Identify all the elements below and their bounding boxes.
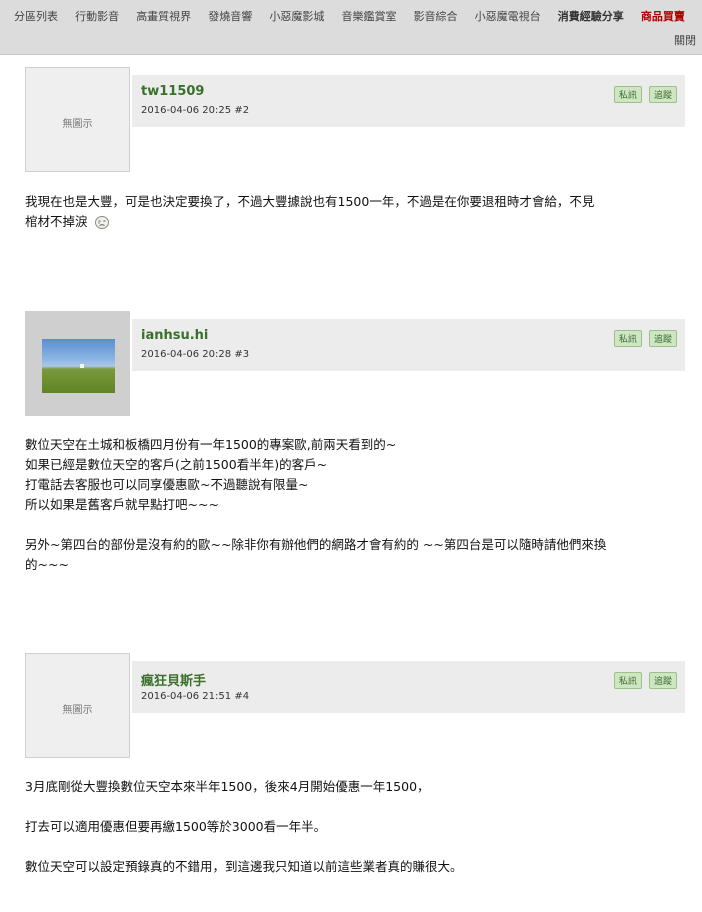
post-paragraph: 如果已經是數位天空的客戶(之前1500看半年)的客戶~ — [25, 457, 328, 472]
follow-button[interactable]: 追蹤 — [648, 330, 677, 347]
nav-item-mobile-av[interactable]: 行動影音 — [75, 8, 119, 24]
post-paragraph — [25, 797, 685, 817]
top-navigation-bar: 分區列表 行動影音 高畫質視界 發燒音響 小惡魔影城 音樂鑑賞室 影音綜合 小惡… — [0, 0, 702, 55]
follow-button[interactable]: 追蹤 — [648, 86, 677, 103]
post-actions: 私訊 追蹤 — [612, 669, 677, 689]
post-body: 數位天空在土城和板橋四月份有一年1500的專案歐,前兩天看到的~ 如果已經是數位… — [25, 435, 685, 575]
post-paragraph: 打電話去客服也可以同享優惠歐~不過聽說有限量~ — [25, 477, 309, 492]
avatar[interactable]: 無圖示 — [25, 67, 130, 172]
post-paragraph: 另外~第四台的部份是沒有約的歐~~除非你有辦他們的網路才會有約的 ~~第四台是可… — [25, 537, 607, 552]
post-paragraph — [25, 515, 685, 535]
private-message-button[interactable]: 私訊 — [613, 330, 642, 347]
follow-button[interactable]: 追蹤 — [648, 672, 677, 689]
post-paragraph: 3月底剛從大豐換數位天空本來半年1500，後來4月開始優惠一年1500， — [25, 779, 430, 794]
post-actions: 私訊 追蹤 — [612, 83, 677, 103]
nav-item-av-general[interactable]: 影音綜合 — [414, 8, 458, 24]
nav-item-forum-list[interactable]: 分區列表 — [14, 8, 58, 24]
post-body: 3月底剛從大豐換數位天空本來半年1500，後來4月開始優惠一年1500， 打去可… — [25, 777, 685, 877]
avatar-hut-detail — [80, 364, 84, 368]
post-header: 瘋狂貝斯手 2016-04-06 21:51 #4 私訊 追蹤 — [132, 661, 685, 713]
post-floor: #3 — [234, 349, 250, 360]
close-link[interactable]: 關閉 — [674, 32, 696, 48]
post-paragraph: 所以如果是舊客戶就早點打吧~~~ — [25, 497, 219, 512]
post-meta: 2016-04-06 20:28 #3 — [141, 349, 249, 360]
crying-face-icon — [94, 216, 109, 229]
private-message-button[interactable]: 私訊 — [613, 672, 642, 689]
nav-items: 分區列表 行動影音 高畫質視界 發燒音響 小惡魔影城 音樂鑑賞室 影音綜合 小惡… — [14, 5, 697, 24]
post-datetime: 2016-04-06 20:28 — [141, 349, 232, 360]
no-avatar-text: 無圖示 — [62, 119, 93, 130]
nav-item-hifi-audio[interactable]: 發燒音響 — [208, 8, 252, 24]
post-header: ianhsu.hi 2016-04-06 20:28 #3 私訊 追蹤 — [132, 319, 685, 371]
post-actions: 私訊 追蹤 — [612, 327, 677, 347]
post-paragraph: 我現在也是大豐，可是也決定要換了，不過大豐據說也有1500一年，不過是在你要退租… — [25, 194, 595, 209]
post-datetime: 2016-04-06 20:25 — [141, 105, 232, 116]
nav-item-home-theater[interactable]: 小惡魔影城 — [269, 8, 324, 24]
no-avatar-text: 無圖示 — [62, 705, 93, 716]
nav-item-tv-channel[interactable]: 小惡魔電視台 — [475, 8, 541, 24]
author-name[interactable]: tw11509 — [141, 84, 204, 99]
post-paragraph: 打去可以適用優惠但要再繳1500等於3000看一年半。 — [25, 819, 327, 834]
nav-item-consumer-experience[interactable]: 消費經驗分享 — [558, 8, 624, 24]
nav-item-hd-vision[interactable]: 高畫質視界 — [136, 8, 191, 24]
author-name[interactable]: 瘋狂貝斯手 — [141, 670, 206, 689]
post-meta: 2016-04-06 20:25 #2 — [141, 105, 249, 116]
nav-item-music-room[interactable]: 音樂鑑賞室 — [341, 8, 396, 24]
avatar[interactable] — [25, 311, 130, 416]
post-paragraph-with-emoticon: 棺材不掉淚 — [25, 212, 685, 232]
post-floor: #2 — [234, 105, 250, 116]
post-meta: 2016-04-06 21:51 #4 — [141, 691, 249, 702]
post-paragraph: 數位天空可以設定預錄真的不錯用，到這邊我只知道以前這些業者真的賺很大。 — [25, 859, 463, 874]
private-message-button[interactable]: 私訊 — [613, 86, 642, 103]
post-paragraph: 的~~~ — [25, 557, 69, 572]
post-floor: #4 — [234, 691, 250, 702]
author-name[interactable]: ianhsu.hi — [141, 328, 208, 343]
post-header: tw11509 2016-04-06 20:25 #2 私訊 追蹤 — [132, 75, 685, 127]
post-datetime: 2016-04-06 21:51 — [141, 691, 232, 702]
post-paragraph: 數位天空在土城和板橋四月份有一年1500的專案歐,前兩天看到的~ — [25, 437, 397, 452]
post-paragraph — [25, 837, 685, 857]
post-body: 我現在也是大豐，可是也決定要換了，不過大豐據說也有1500一年，不過是在你要退租… — [25, 192, 685, 232]
nav-item-marketplace[interactable]: 商品買賣 — [641, 8, 685, 24]
post-paragraph: 棺材不掉淚 — [25, 214, 88, 229]
avatar-landscape-image — [42, 339, 115, 393]
avatar[interactable]: 無圖示 — [25, 653, 130, 758]
